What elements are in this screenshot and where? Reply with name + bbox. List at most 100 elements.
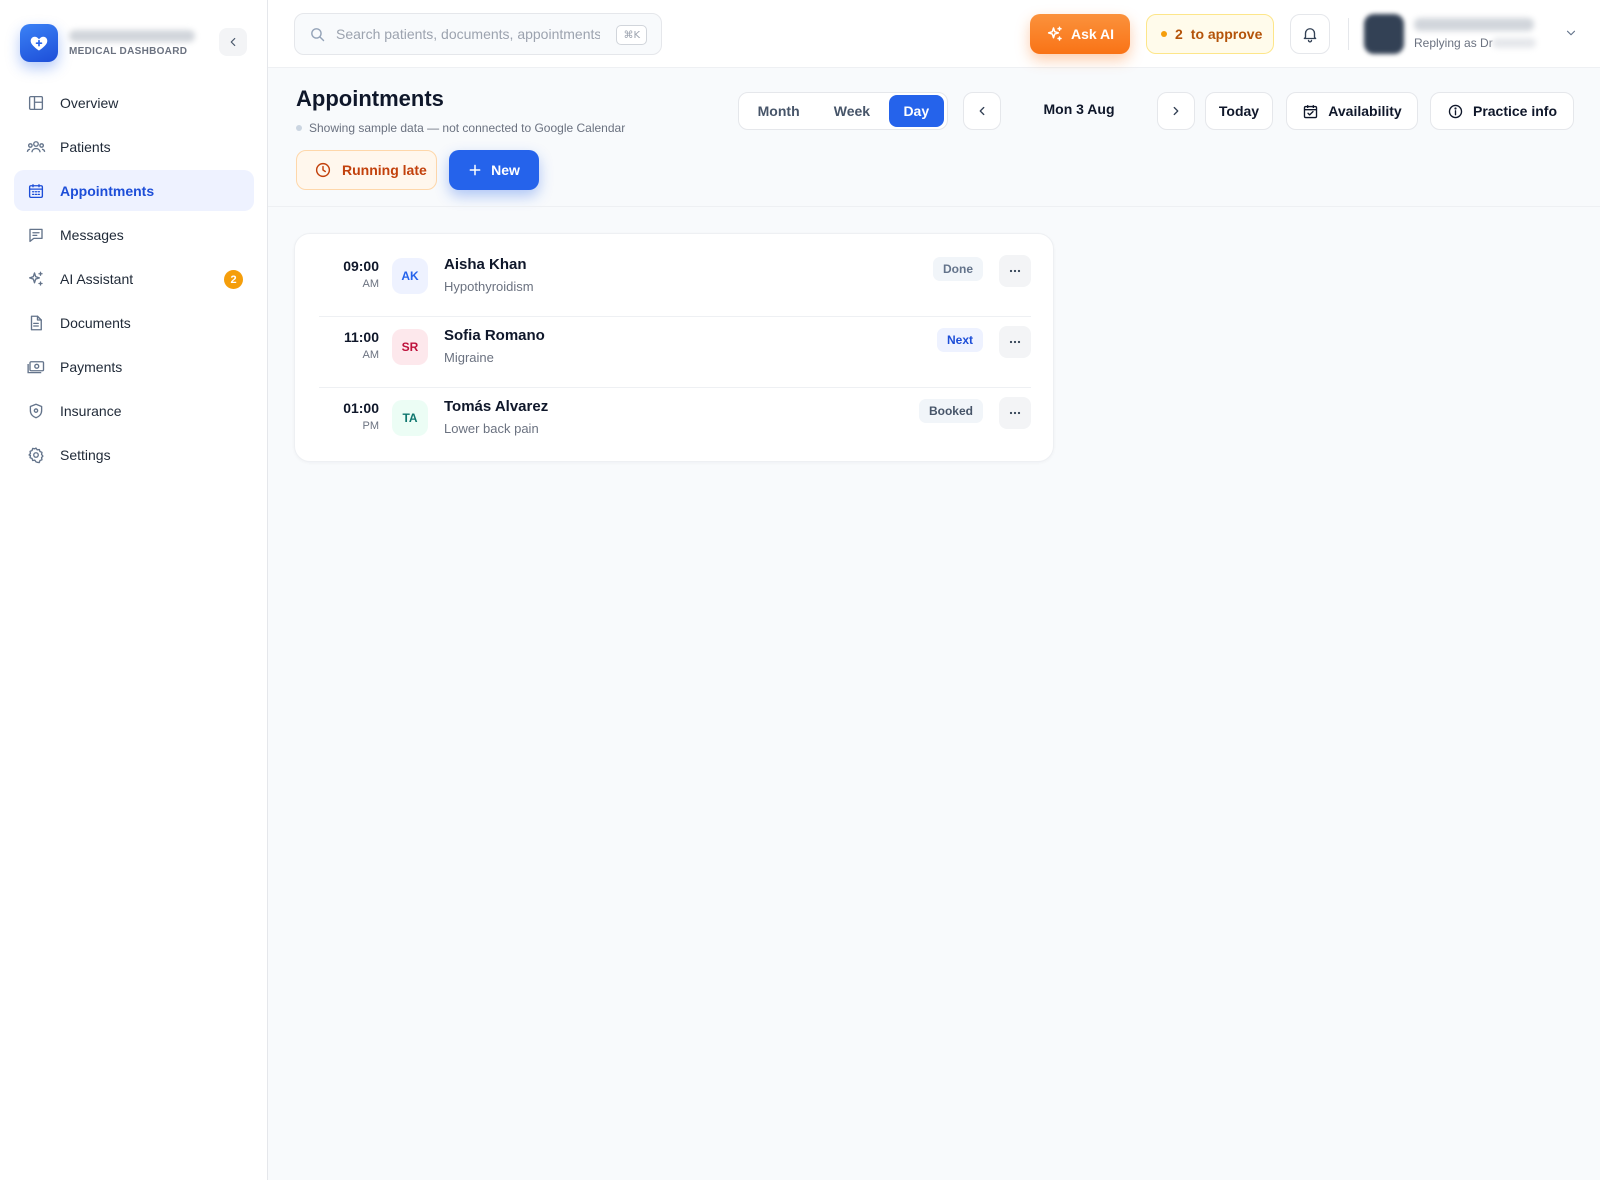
users-icon: [26, 137, 46, 157]
sidebar-item-payments[interactable]: Payments: [14, 346, 254, 387]
patient-avatar: AK: [392, 258, 428, 294]
search-input[interactable]: [336, 26, 600, 42]
sidebar-item-overview[interactable]: Overview: [14, 82, 254, 123]
sidebar-item-insurance[interactable]: Insurance: [14, 390, 254, 431]
appointment-ampm: PM: [362, 420, 380, 432]
more-options-button[interactable]: [999, 255, 1031, 287]
status-badge: Booked: [918, 399, 983, 423]
tab-day[interactable]: Day: [888, 95, 945, 127]
ask-ai-button[interactable]: Ask AI: [1030, 14, 1130, 54]
sidebar-nav: Overview Patients Appointments Messages …: [14, 82, 254, 478]
brand: MEDICAL DASHBOARD: [20, 24, 248, 62]
availability-label: Availability: [1328, 103, 1402, 119]
appointment-ampm: AM: [362, 278, 380, 290]
sidebar-item-ai-assistant[interactable]: AI Assistant 2: [14, 258, 254, 299]
sidebar-item-label: AI Assistant: [60, 270, 134, 287]
sidebar-item-appointments[interactable]: Appointments: [14, 170, 254, 211]
calendar-icon: [26, 181, 46, 201]
replying-as-label: Replying as Dr: [1414, 36, 1493, 50]
appointment-time: 11:00: [343, 329, 379, 345]
page-title: Appointments: [296, 86, 444, 111]
bell-icon: [1303, 28, 1317, 43]
tab-month[interactable]: Month: [742, 95, 815, 127]
appointment-row[interactable]: 09:00 AM AK Aisha Khan Hypothyroidism Do…: [319, 246, 1031, 317]
info-icon: [1447, 103, 1464, 120]
today-button[interactable]: Today: [1205, 92, 1273, 130]
patient-condition: Migraine: [444, 350, 494, 365]
more-horizontal-icon: [1009, 411, 1021, 415]
sidebar-item-label: Payments: [60, 358, 123, 375]
appointment-time: 01:00: [343, 400, 379, 416]
patient-name: Sofia Romano: [444, 327, 545, 344]
doctor-name-redacted: [1492, 38, 1536, 48]
view-switcher: Month Week Day: [738, 92, 948, 130]
notifications-button[interactable]: [1290, 14, 1330, 54]
new-label: New: [491, 162, 520, 178]
clock-icon: [314, 161, 332, 179]
status-badge: Done: [933, 257, 983, 281]
chevron-left-icon: [230, 37, 236, 47]
sidebar-item-label: Appointments: [60, 182, 155, 199]
more-options-button[interactable]: [999, 397, 1031, 429]
approve-label: to approve: [1190, 26, 1263, 42]
ai-assistant-badge: 2: [224, 270, 243, 289]
collapse-sidebar-button[interactable]: [219, 28, 247, 56]
sidebar-item-documents[interactable]: Documents: [14, 302, 254, 343]
calendar-check-icon: [1302, 103, 1319, 120]
new-appointment-button[interactable]: New: [449, 150, 539, 190]
running-late-button[interactable]: Running late: [296, 150, 437, 190]
brand-name-redacted: [69, 30, 195, 42]
appointment-row[interactable]: 11:00 AM SR Sofia Romano Migraine Next: [319, 317, 1031, 388]
sample-data-text: Showing sample data — not connected to G…: [309, 121, 626, 135]
layout-icon: [26, 93, 46, 113]
more-horizontal-icon: [1009, 340, 1021, 344]
sparkles-icon: [26, 269, 46, 289]
search-shortcut: ⌘K: [616, 25, 647, 45]
approve-count: 2: [1175, 26, 1183, 42]
chevron-left-icon: [979, 106, 985, 116]
next-day-button[interactable]: [1157, 92, 1195, 130]
sparkles-icon: [1046, 25, 1064, 43]
profile-menu[interactable]: Replying as Dr: [1364, 12, 1586, 56]
more-options-button[interactable]: [999, 326, 1031, 358]
sidebar-item-label: Insurance: [60, 402, 122, 419]
topbar: ⌘K Ask AI 2 to approve Replying as Dr: [268, 0, 1600, 68]
heart-plus-icon: [20, 24, 58, 62]
sidebar-item-label: Patients: [60, 138, 111, 155]
patient-avatar: SR: [392, 329, 428, 365]
previous-day-button[interactable]: [963, 92, 1001, 130]
patient-name: Tomás Alvarez: [444, 398, 549, 415]
sidebar-item-messages[interactable]: Messages: [14, 214, 254, 255]
appointments-list: 09:00 AM AK Aisha Khan Hypothyroidism Do…: [294, 233, 1054, 462]
sidebar-item-label: Documents: [60, 314, 131, 331]
tab-week[interactable]: Week: [815, 95, 888, 127]
cash-icon: [26, 357, 46, 377]
availability-button[interactable]: Availability: [1286, 92, 1418, 130]
brand-subtitle: MEDICAL DASHBOARD: [69, 46, 188, 57]
practice-info-button[interactable]: Practice info: [1430, 92, 1574, 130]
shield-icon: [26, 401, 46, 421]
chevron-right-icon: [1173, 106, 1179, 116]
running-late-label: Running late: [342, 162, 427, 178]
patient-condition: Lower back pain: [444, 421, 539, 436]
ask-ai-label: Ask AI: [1070, 26, 1115, 42]
appointment-time: 09:00: [343, 258, 379, 274]
plus-icon: [468, 163, 482, 177]
chevron-down-icon: [1566, 30, 1576, 36]
status-dot: [1161, 31, 1167, 37]
to-approve-button[interactable]: 2 to approve: [1146, 14, 1274, 54]
sidebar-item-patients[interactable]: Patients: [14, 126, 254, 167]
current-date: Mon 3 Aug: [1043, 101, 1115, 117]
search-box[interactable]: ⌘K: [294, 13, 662, 55]
message-icon: [26, 225, 46, 245]
sidebar-item-settings[interactable]: Settings: [14, 434, 254, 475]
status-dot: [296, 125, 302, 131]
patient-condition: Hypothyroidism: [444, 279, 534, 294]
sidebar-item-label: Messages: [60, 226, 124, 243]
topbar-divider: [1348, 18, 1349, 50]
sample-data-note: Showing sample data — not connected to G…: [296, 121, 625, 135]
appointment-row[interactable]: 01:00 PM TA Tomás Alvarez Lower back pai…: [319, 388, 1031, 459]
gear-icon: [26, 445, 46, 465]
sidebar: MEDICAL DASHBOARD Overview Patients Appo…: [0, 0, 268, 1180]
more-horizontal-icon: [1009, 269, 1021, 273]
